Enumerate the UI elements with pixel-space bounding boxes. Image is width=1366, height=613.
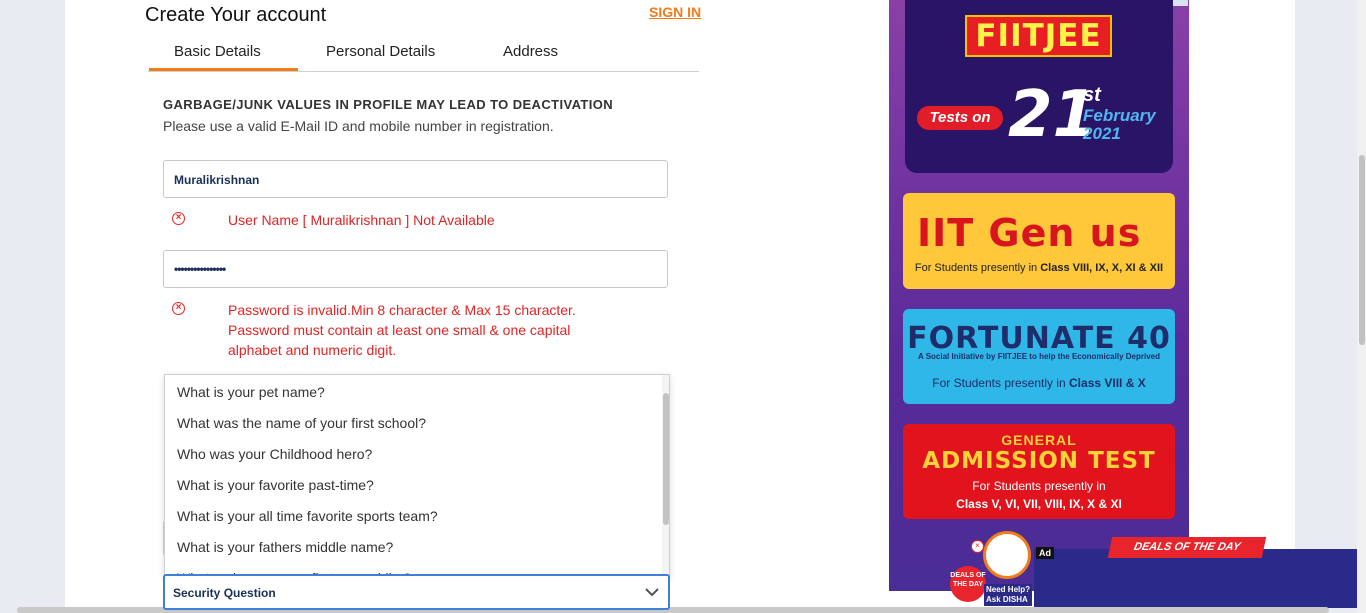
admission-title: ADMISSION TEST bbox=[922, 448, 1156, 474]
need-help-line: Need Help? bbox=[986, 585, 1031, 594]
genius-sub-prefix: For Students presently in bbox=[914, 262, 1041, 274]
chevron-down-icon bbox=[645, 588, 659, 597]
iit-genius-ad[interactable]: IIT Gen us For Students presently in Cla… bbox=[903, 193, 1175, 289]
error-circle-icon: × bbox=[172, 212, 185, 225]
genius-subtitle: For Students presently in Class VIII, IX… bbox=[903, 262, 1175, 274]
password-error-line: Password is invalid.Min 8 character & Ma… bbox=[228, 302, 576, 318]
ask-disha-line: Ask DISHA bbox=[986, 595, 1028, 604]
dropdown-option[interactable]: What is your favorite past-time? bbox=[177, 477, 374, 493]
genius-sub-classes: Class VIII, IX, X, XI & XII bbox=[1040, 262, 1164, 274]
dropdown-option[interactable]: What is your fathers middle name? bbox=[177, 539, 393, 555]
page-title: Create Your account bbox=[145, 4, 327, 26]
username-value: Muralikrishnan bbox=[174, 173, 260, 187]
sign-in-link[interactable]: SIGN IN bbox=[649, 4, 701, 20]
fortunate-subtitle: For Students presently in Class VIII & X bbox=[903, 376, 1175, 390]
fortunate-sub-prefix: For Students presently in bbox=[932, 376, 1070, 390]
tab-address[interactable]: Address bbox=[503, 43, 558, 60]
password-value: •••••••••••••••• bbox=[174, 262, 226, 276]
active-tab-indicator bbox=[149, 68, 298, 71]
password-error-line: alphabet and numeric digit. bbox=[228, 342, 397, 358]
tab-basic-details[interactable]: Basic Details bbox=[174, 43, 261, 60]
username-field[interactable]: Muralikrishnan bbox=[163, 160, 668, 198]
deals-banner[interactable]: DEALS OF THE DAY bbox=[1107, 537, 1267, 558]
date-month: February 2021 bbox=[1083, 107, 1156, 143]
page-scrollbar[interactable] bbox=[1357, 0, 1366, 613]
password-field[interactable]: •••••••••••••••• bbox=[163, 250, 668, 288]
warning-subtitle: Please use a valid E-Mail ID and mobile … bbox=[163, 118, 554, 134]
need-help-label[interactable]: Need Help? Ask DISHA bbox=[984, 584, 1033, 606]
fortunate-40-ad[interactable]: FORTUNATE 40 A Social Initiative by FIIT… bbox=[903, 309, 1175, 404]
close-icon[interactable]: × bbox=[971, 540, 984, 553]
general-classes: Class V, VI, VII, VIII, IX, X & XI bbox=[956, 497, 1122, 511]
fiitjee-logo: FIITJEE bbox=[965, 15, 1112, 57]
tests-on-badge: Tests on bbox=[917, 106, 1003, 130]
tab-personal-details[interactable]: Personal Details bbox=[326, 43, 435, 60]
dropdown-option[interactable]: What is your pet name? bbox=[177, 384, 325, 400]
dropdown-option[interactable]: What is your all time favorite sports te… bbox=[177, 508, 438, 524]
month-text: February bbox=[1083, 106, 1156, 125]
genius-title: IIT Gen us bbox=[917, 211, 1142, 255]
error-circle-icon: × bbox=[172, 302, 185, 315]
fortunate-tagline: A Social Initiative by FIITJEE to help t… bbox=[918, 352, 1160, 361]
general-subtitle: For Students presently in bbox=[972, 479, 1106, 493]
password-error-line: Password must contain at least one small… bbox=[228, 322, 571, 338]
year-text: 2021 bbox=[1083, 124, 1121, 143]
password-error: Password is invalid.Min 8 character & Ma… bbox=[228, 300, 576, 360]
security-question-dropdown[interactable]: What is your pet name? What was the name… bbox=[164, 374, 670, 578]
dropdown-option[interactable]: What was the name of your first school? bbox=[177, 415, 426, 431]
dropdown-option[interactable]: Who was your Childhood hero? bbox=[177, 446, 372, 462]
date-suffix: st bbox=[1083, 84, 1101, 106]
page-scroll-thumb[interactable] bbox=[1359, 155, 1365, 345]
warning-title: GARBAGE/JUNK VALUES IN PROFILE MAY LEAD … bbox=[163, 97, 614, 112]
tab-bar: Basic Details Personal Details Address bbox=[148, 40, 699, 72]
security-question-select[interactable]: Security Question bbox=[163, 574, 670, 610]
fortunate-title: FORTUNATE 40 bbox=[907, 321, 1171, 356]
ad-label: Ad bbox=[1036, 547, 1054, 559]
disha-assistant-avatar[interactable] bbox=[983, 531, 1031, 579]
security-select-value: Security Question bbox=[173, 586, 276, 600]
deals-circle-badge[interactable]: DEALS OF THE DAY bbox=[950, 566, 986, 602]
fortunate-sub-classes: Class VIII & X bbox=[1069, 376, 1146, 390]
general-title: GENERAL bbox=[1001, 432, 1077, 448]
dropdown-scrollbar[interactable] bbox=[662, 375, 669, 577]
username-error: User Name [ Muralikrishnan ] Not Availab… bbox=[228, 212, 495, 228]
admission-test-ad[interactable]: GENERAL ADMISSION TEST For Students pres… bbox=[903, 424, 1175, 519]
dropdown-scroll-thumb[interactable] bbox=[663, 393, 669, 525]
